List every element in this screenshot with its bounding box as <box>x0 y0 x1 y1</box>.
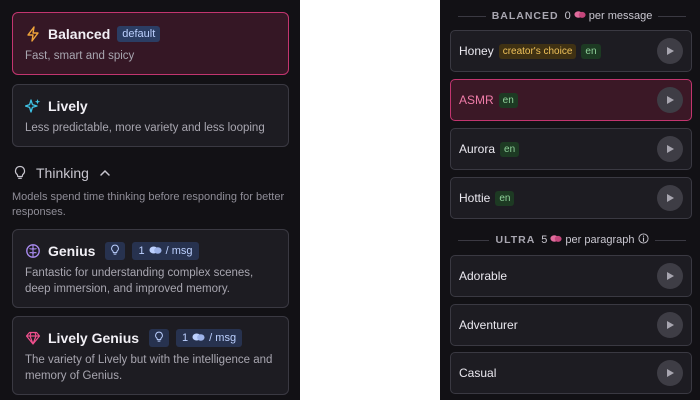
default-badge: default <box>117 26 161 42</box>
thinking-badge <box>149 329 170 347</box>
info-icon[interactable] <box>637 233 649 247</box>
cost-value: 1 <box>182 332 189 344</box>
model-name: Lively <box>48 98 88 114</box>
lightbulb-icon <box>153 331 165 346</box>
section-cost: 0 per message <box>565 10 653 22</box>
divider <box>658 15 687 17</box>
voice-selection-panel: BALANCED 0 per message Honey creator's c… <box>440 0 700 400</box>
voice-name: Aurora <box>459 142 496 156</box>
brain-coin-icon <box>149 245 162 258</box>
brain-coin-icon <box>574 10 586 22</box>
language-badge: en <box>500 141 520 157</box>
voice-item-adorable[interactable]: Adorable <box>450 255 692 297</box>
cost-value: 0 <box>564 10 571 22</box>
play-icon <box>667 47 674 55</box>
voice-item-hottie[interactable]: Hottie en <box>450 177 692 219</box>
play-icon <box>667 369 674 377</box>
section-name: BALANCED <box>491 10 559 22</box>
model-name: Genius <box>48 243 96 259</box>
play-button[interactable] <box>657 360 683 386</box>
brain-coin-icon <box>550 234 562 246</box>
play-icon <box>667 145 674 153</box>
language-badge: en <box>495 190 515 206</box>
voice-name: Adorable <box>459 269 508 283</box>
model-card-lively-genius[interactable]: Lively Genius 1 / msg The variety of Liv… <box>12 316 289 395</box>
creators-choice-badge: creator's choice <box>498 43 577 59</box>
voice-item-aurora[interactable]: Aurora en <box>450 128 692 170</box>
cost-value: 1 <box>138 245 145 257</box>
voice-item-casual[interactable]: Casual <box>450 352 692 394</box>
model-card-lively[interactable]: Lively Less predictable, more variety an… <box>12 84 289 147</box>
cost-unit: per message <box>588 10 653 22</box>
cost-unit: per paragraph <box>565 234 635 246</box>
lightbulb-icon <box>109 244 121 259</box>
thinking-section-toggle[interactable]: Thinking <box>12 163 113 183</box>
lightning-icon <box>25 26 41 42</box>
thinking-title: Thinking <box>36 165 89 181</box>
section-name: ULTRA <box>495 234 536 246</box>
model-description: Fantastic for understanding complex scen… <box>25 267 254 295</box>
play-icon <box>667 321 674 329</box>
play-icon <box>667 96 674 104</box>
cost-value: 5 <box>541 234 548 246</box>
model-description: Fast, smart and spicy <box>25 50 135 62</box>
divider <box>654 239 686 241</box>
play-button[interactable] <box>657 312 683 338</box>
chevron-up-icon <box>97 165 113 181</box>
ultra-section-header: ULTRA 5 per paragraph <box>458 232 686 248</box>
play-icon <box>667 272 674 280</box>
cost-badge: 1 / msg <box>132 242 199 260</box>
divider <box>458 239 490 241</box>
voice-name: ASMR <box>459 93 494 107</box>
play-button[interactable] <box>657 185 683 211</box>
voice-name: Honey <box>459 44 494 58</box>
model-card-genius[interactable]: Genius 1 / msg Fantastic for understandi… <box>12 229 289 308</box>
voice-item-asmr[interactable]: ASMR en <box>450 79 692 121</box>
voice-item-adventurer[interactable]: Adventurer <box>450 304 692 346</box>
gem-icon <box>25 330 41 346</box>
model-name: Balanced <box>48 26 111 42</box>
thinking-description: Models spend time thinking before respon… <box>12 191 285 218</box>
play-icon <box>667 194 674 202</box>
play-button[interactable] <box>657 263 683 289</box>
play-button[interactable] <box>657 136 683 162</box>
language-badge: en <box>498 92 518 108</box>
voice-name: Adventurer <box>459 318 518 332</box>
model-description: Less predictable, more variety and less … <box>25 122 265 134</box>
section-cost: 5 per paragraph <box>541 233 649 247</box>
voice-name: Hottie <box>459 191 491 205</box>
lightbulb-icon <box>12 165 28 181</box>
model-selection-panel: Balanced default Fast, smart and spicy L… <box>0 0 300 400</box>
sparkles-icon <box>24 98 41 114</box>
thinking-badge <box>105 242 126 260</box>
model-card-balanced[interactable]: Balanced default Fast, smart and spicy <box>12 12 289 75</box>
brain-coin-icon <box>192 332 205 345</box>
play-button[interactable] <box>657 87 683 113</box>
voice-item-honey[interactable]: Honey creator's choice en <box>450 30 692 72</box>
brain-icon <box>25 243 41 259</box>
model-name: Lively Genius <box>48 330 140 346</box>
balanced-section-header: BALANCED 0 per message <box>458 8 687 24</box>
cost-badge: 1 / msg <box>176 329 243 347</box>
language-badge: en <box>581 43 601 59</box>
voice-name: Casual <box>459 366 497 380</box>
cost-unit: / msg <box>165 245 193 257</box>
cost-unit: / msg <box>209 332 237 344</box>
model-description: The variety of Lively but with the intel… <box>25 354 273 382</box>
divider <box>458 15 486 17</box>
play-button[interactable] <box>657 38 683 64</box>
